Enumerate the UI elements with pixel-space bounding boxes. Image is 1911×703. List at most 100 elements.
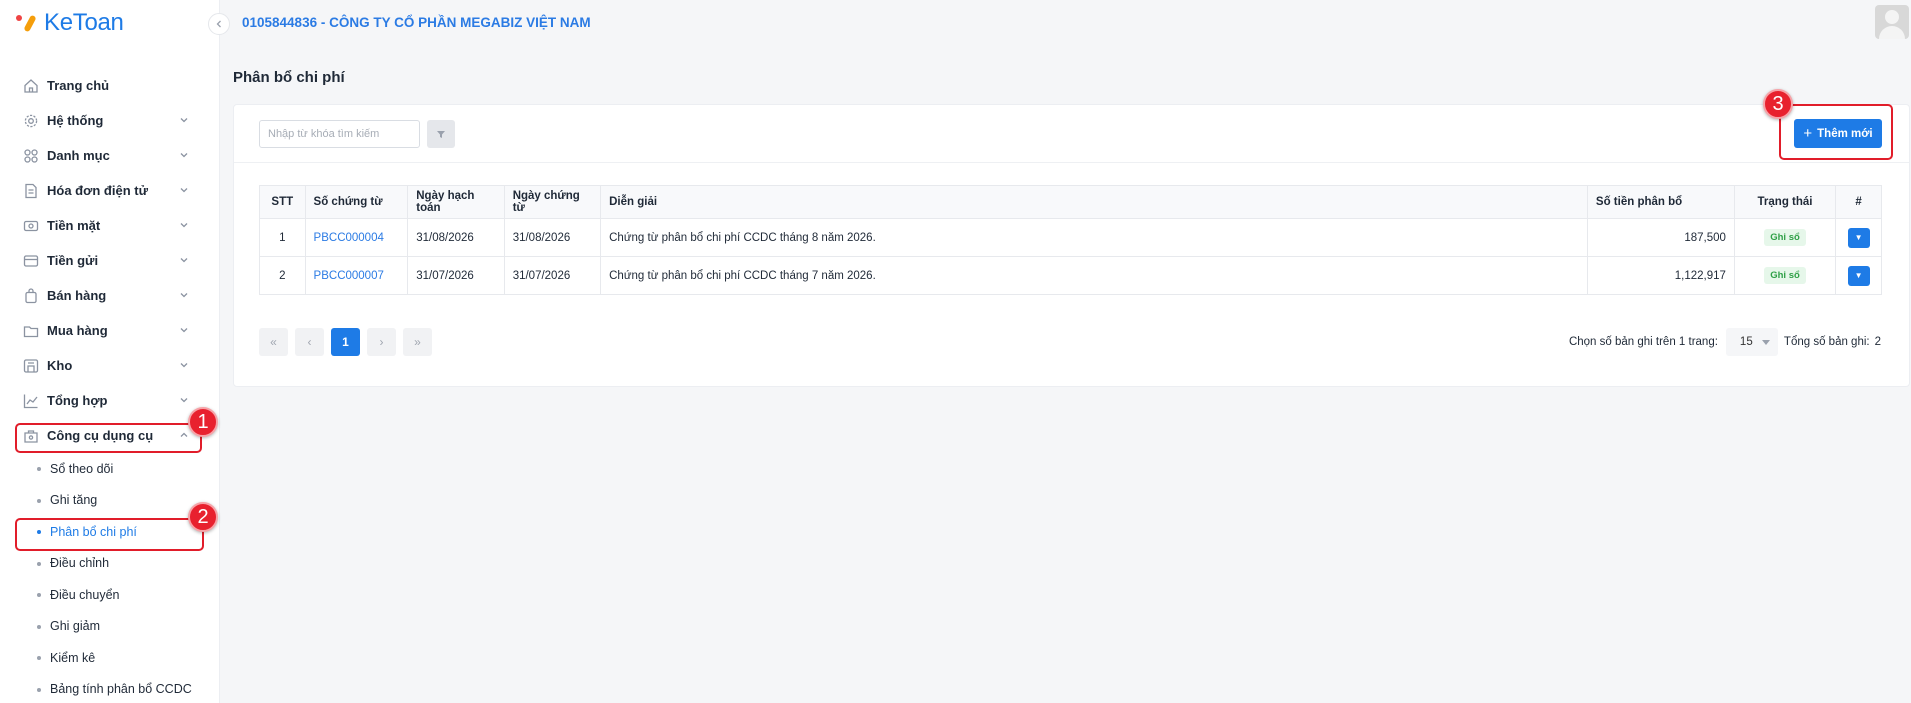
per-page-select[interactable]: 15 xyxy=(1725,328,1778,356)
cell-so-chung-tu-link[interactable]: PBCC000004 xyxy=(304,218,409,257)
cell-action: ▼ xyxy=(1835,256,1882,295)
col-dien-giai[interactable]: Diễn giải xyxy=(600,185,1588,219)
col-ngay-hach-toan[interactable]: Ngày hạch toán xyxy=(407,185,505,219)
sidebar-item-mua-hang[interactable]: Mua hàng xyxy=(0,313,220,348)
sidebar-item-hoa-don-dien-tu[interactable]: Hóa đơn điện tử xyxy=(0,173,220,208)
chart-line-icon xyxy=(23,393,39,409)
col-so-chung-tu[interactable]: Số chứng từ xyxy=(304,185,409,219)
cell-ngay-hach-toan: 31/07/2026 xyxy=(407,256,505,295)
avatar[interactable] xyxy=(1875,5,1909,39)
chevron-down-icon xyxy=(180,328,188,333)
page-1-button[interactable]: 1 xyxy=(331,328,360,356)
total-count: 2 xyxy=(1874,336,1881,348)
toolbar-divider xyxy=(234,162,1909,163)
sidebar-item-label: Danh mục xyxy=(47,148,110,163)
caret-down-icon: ▼ xyxy=(1854,233,1863,242)
search-input[interactable] xyxy=(259,120,420,148)
submenu-dieu-chuyen[interactable]: Điều chuyển xyxy=(0,579,220,611)
next-page-button[interactable]: › xyxy=(367,328,396,356)
sidebar-item-label: Hóa đơn điện tử xyxy=(47,183,148,198)
cell-trang-thai: Ghi sổ xyxy=(1733,256,1837,295)
caret-down-icon xyxy=(1761,339,1770,345)
submenu-so-theo-doi[interactable]: Sổ theo dõi xyxy=(0,453,220,485)
cell-dien-giai: Chứng từ phân bổ chi phí CCDC tháng 8 nă… xyxy=(600,218,1588,257)
submenu-ghi-tang[interactable]: Ghi tăng xyxy=(0,485,220,517)
cell-so-tien: 187,500 xyxy=(1586,218,1735,257)
total-label: Tổng số bản ghi: xyxy=(1783,336,1870,348)
row-action-dropdown-button[interactable]: ▼ xyxy=(1847,227,1870,248)
sidebar-item-label: Bán hàng xyxy=(47,288,107,303)
sidebar-item-tong-hop[interactable]: Tổng hợp xyxy=(0,383,220,418)
per-page-label: Chọn số bản ghi trên 1 trang: xyxy=(1568,336,1718,348)
sidebar-item-tien-gui[interactable]: Tiền gửi xyxy=(0,243,220,278)
cell-trang-thai: Ghi sổ xyxy=(1733,218,1837,257)
page-title: Phân bổ chi phí xyxy=(233,69,345,86)
sidebar-item-trang-chu[interactable]: Trang chủ xyxy=(0,68,220,103)
cell-ngay-hach-toan: 31/08/2026 xyxy=(407,218,505,257)
cell-so-tien: 1,122,917 xyxy=(1586,256,1735,295)
status-badge: Ghi sổ xyxy=(1764,267,1806,284)
double-chevron-left-icon: « xyxy=(270,335,277,349)
submenu-bang-tinh-phan-bo-ccdc[interactable]: Bảng tính phân bổ CCDC xyxy=(0,674,220,703)
col-stt[interactable]: STT xyxy=(259,185,306,219)
sidebar: KeToan Trang chủ Hệ thống Danh mục Hóa đ… xyxy=(0,0,220,703)
prev-page-button[interactable]: ‹ xyxy=(295,328,324,356)
col-action: # xyxy=(1835,185,1882,219)
highlight-box-2 xyxy=(15,518,204,551)
content-card: + Thêm mới STT Số chứng từ Ngày hạch toá… xyxy=(233,104,1910,387)
grid-icon xyxy=(23,148,39,164)
chevron-left-icon: ‹ xyxy=(307,335,312,349)
page-info: Chọn số bản ghi trên 1 trang: 15 Tổng số… xyxy=(1569,328,1881,356)
sidebar-item-danh-muc[interactable]: Danh mục xyxy=(0,138,220,173)
sidebar-item-label: Trang chủ xyxy=(47,78,110,93)
highlight-box-3 xyxy=(1779,104,1893,160)
chevron-down-icon xyxy=(180,118,188,123)
sidebar-item-label: Tiền gửi xyxy=(47,253,99,268)
table-row[interactable]: 1 PBCC000004 31/08/2026 31/08/2026 Chứng… xyxy=(259,218,1882,257)
annotation-badge-3: 3 xyxy=(1763,89,1793,119)
col-trang-thai[interactable]: Trạng thái xyxy=(1733,185,1837,219)
sidebar-item-label: Tiền mặt xyxy=(47,218,101,233)
chevron-down-icon xyxy=(180,258,188,263)
purchase-folder-icon xyxy=(23,323,39,339)
cell-ngay-chung-tu: 31/07/2026 xyxy=(503,256,602,295)
logo-mark-icon xyxy=(16,12,40,34)
highlight-box-1 xyxy=(15,423,202,453)
filter-button[interactable] xyxy=(427,120,455,148)
sidebar-item-label: Mua hàng xyxy=(47,323,108,338)
submenu-ghi-giam[interactable]: Ghi giảm xyxy=(0,611,220,643)
row-action-dropdown-button[interactable]: ▼ xyxy=(1847,265,1870,286)
bank-card-icon xyxy=(23,253,39,269)
sidebar-item-label: Tổng hợp xyxy=(47,393,108,408)
per-page-value: 15 xyxy=(1739,336,1753,348)
user-icon xyxy=(1885,10,1899,24)
col-ngay-chung-tu[interactable]: Ngày chứng từ xyxy=(503,185,602,219)
chevron-right-icon: › xyxy=(379,335,384,349)
logo-text: KeToan xyxy=(44,9,124,36)
table-row[interactable]: 2 PBCC000007 31/07/2026 31/07/2026 Chứng… xyxy=(259,256,1882,295)
first-page-button[interactable]: « xyxy=(259,328,288,356)
sidebar-item-ban-hang[interactable]: Bán hàng xyxy=(0,278,220,313)
cell-dien-giai: Chứng từ phân bổ chi phí CCDC tháng 7 nă… xyxy=(600,256,1588,295)
invoice-icon xyxy=(23,183,39,199)
gear-icon xyxy=(23,113,39,129)
caret-down-icon: ▼ xyxy=(1854,271,1863,280)
allocation-table: STT Số chứng từ Ngày hạch toán Ngày chứn… xyxy=(259,185,1882,295)
col-so-tien[interactable]: Số tiền phân bổ xyxy=(1586,185,1735,219)
sidebar-collapse-button[interactable] xyxy=(208,13,230,35)
pagination: « ‹ 1 › » xyxy=(259,328,432,356)
logo[interactable]: KeToan xyxy=(16,8,124,38)
annotation-badge-2: 2 xyxy=(188,502,218,532)
sidebar-item-label: Hệ thống xyxy=(47,113,104,128)
company-name[interactable]: 0105844836 - CÔNG TY CỔ PHẦN MEGABIZ VIỆ… xyxy=(242,15,591,30)
chevron-down-icon xyxy=(180,293,188,298)
cell-so-chung-tu-link[interactable]: PBCC000007 xyxy=(304,256,409,295)
last-page-button[interactable]: » xyxy=(403,328,432,356)
sidebar-item-kho[interactable]: Kho xyxy=(0,348,220,383)
submenu-dieu-chinh[interactable]: Điều chỉnh xyxy=(0,548,220,580)
home-icon xyxy=(23,78,39,94)
submenu-kiem-ke[interactable]: Kiểm kê xyxy=(0,642,220,674)
sidebar-item-tien-mat[interactable]: Tiền mặt xyxy=(0,208,220,243)
sidebar-item-he-thong[interactable]: Hệ thống xyxy=(0,103,220,138)
annotation-badge-1: 1 xyxy=(188,407,218,437)
